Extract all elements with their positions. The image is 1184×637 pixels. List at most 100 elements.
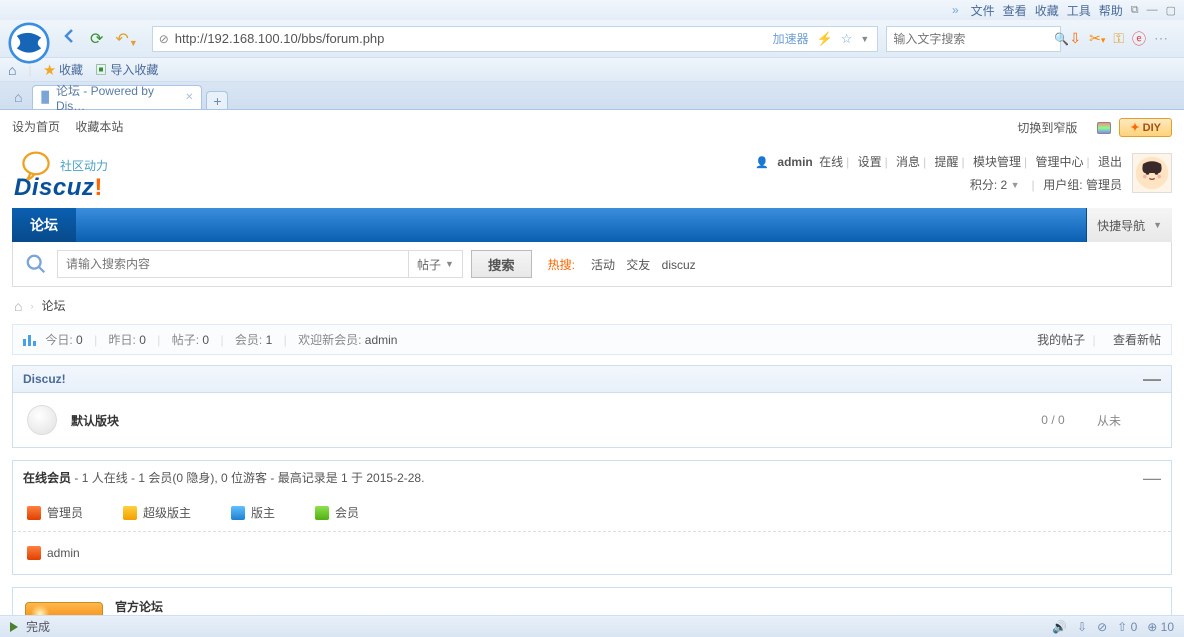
search-icon bbox=[23, 251, 49, 277]
site-logo[interactable]: 社区动力 Discuz! bbox=[12, 145, 108, 202]
play-icon[interactable] bbox=[10, 622, 18, 632]
logout-link[interactable]: 退出 bbox=[1098, 155, 1122, 169]
download-icon[interactable]: ⇩ bbox=[1069, 30, 1081, 47]
menu-tools[interactable]: 工具 bbox=[1067, 2, 1091, 19]
net-up-icon[interactable]: ⇧ 0 bbox=[1117, 620, 1137, 634]
legend-admin: 管理员 bbox=[27, 504, 83, 521]
username-link[interactable]: admin bbox=[777, 155, 812, 169]
tab-favicon-icon: ▉ bbox=[41, 91, 49, 104]
site-info-icon[interactable]: ⊘ bbox=[153, 32, 175, 46]
diy-button[interactable]: DIY bbox=[1119, 118, 1172, 137]
stats-newest-user[interactable]: admin bbox=[365, 333, 398, 347]
browser-search-box[interactable]: 🔍 bbox=[886, 26, 1061, 52]
url-input[interactable] bbox=[175, 31, 765, 46]
stats-welcome-label: 欢迎新会员: bbox=[298, 333, 361, 347]
forum-search-button[interactable]: 搜索 bbox=[471, 250, 532, 278]
stats-members-label: 会员: bbox=[235, 333, 262, 347]
tab-active[interactable]: ▉ 论坛 - Powered by Dis… ✕ bbox=[32, 85, 202, 109]
tab-close-icon[interactable]: ✕ bbox=[185, 92, 193, 103]
download2-icon[interactable]: ⇩ bbox=[1077, 620, 1087, 634]
panel-discuz-title[interactable]: Discuz! bbox=[23, 372, 66, 386]
back-button[interactable] bbox=[58, 24, 82, 53]
messages-link[interactable]: 消息 bbox=[896, 155, 920, 169]
address-bar[interactable]: ⊘ 加速器 ⚡ ☆ ▼ bbox=[152, 26, 879, 52]
menu-file[interactable]: 文件 bbox=[971, 2, 995, 19]
stats-today-value: 0 bbox=[76, 333, 83, 347]
hot-search-label: 热搜: bbox=[548, 256, 575, 273]
stats-chart-icon[interactable] bbox=[23, 335, 36, 346]
bookmark-import[interactable]: ▣ 导入收藏 bbox=[95, 61, 158, 78]
ie-mode-icon[interactable]: ⓔ bbox=[1132, 29, 1146, 49]
legend-supermod: 超级版主 bbox=[123, 504, 191, 521]
stats-posts-label: 帖子: bbox=[172, 333, 199, 347]
forum-last: 从未 bbox=[1097, 412, 1157, 429]
switch-narrow-link[interactable]: 切换到窄版 bbox=[1017, 119, 1077, 136]
accelerator-link[interactable]: 加速器 bbox=[773, 30, 809, 47]
status-text: 完成 bbox=[26, 618, 50, 635]
stats-yesterday-label: 昨日: bbox=[109, 333, 136, 347]
my-posts-link[interactable]: 我的帖子 bbox=[1037, 333, 1085, 347]
usergroup-value: 管理员 bbox=[1086, 178, 1122, 192]
lightning-icon[interactable]: ⚡ bbox=[817, 31, 833, 47]
online-header: 在线会员 - 1 人在线 - 1 会员(0 隐身), 0 位游客 - 最高记录是… bbox=[23, 469, 424, 486]
menu-help[interactable]: 帮助 bbox=[1099, 2, 1123, 19]
monitor-icon bbox=[1097, 122, 1111, 134]
avatar[interactable] bbox=[1132, 153, 1172, 193]
points-value: 2 bbox=[1001, 178, 1008, 192]
official-forum-link[interactable]: 官方论坛 bbox=[115, 600, 163, 614]
crumb-home-icon[interactable]: ⌂ bbox=[14, 298, 22, 314]
reminders-link[interactable]: 提醒 bbox=[935, 155, 959, 169]
more-tools-icon[interactable]: ⋯ bbox=[1154, 30, 1168, 47]
window-maximize-icon[interactable]: ▢ bbox=[1166, 4, 1176, 17]
logo-bubble-icon bbox=[18, 149, 54, 185]
admin-center-link[interactable]: 管理中心 bbox=[1036, 155, 1084, 169]
quick-nav-button[interactable]: 快捷导航▼ bbox=[1086, 208, 1172, 242]
tabbar-home-icon[interactable]: ⌂ bbox=[8, 89, 28, 109]
more-arrows-icon[interactable]: » bbox=[952, 3, 959, 17]
crumb-forum[interactable]: 论坛 bbox=[41, 297, 65, 314]
forum-search-input[interactable] bbox=[58, 251, 408, 277]
chevron-right-icon: › bbox=[30, 301, 33, 311]
browser-logo-icon bbox=[8, 22, 50, 64]
collapse-icon[interactable]: — bbox=[1143, 474, 1161, 482]
collapse-icon[interactable]: — bbox=[1143, 375, 1161, 383]
menu-view[interactable]: 查看 bbox=[1003, 2, 1027, 19]
block-icon[interactable]: ⊘ bbox=[1097, 620, 1107, 634]
online-user-admin[interactable]: admin bbox=[47, 546, 80, 560]
refresh-button[interactable]: ⟳ bbox=[86, 25, 107, 53]
window-layer-icon[interactable]: ⧉ bbox=[1131, 4, 1139, 17]
set-home-link[interactable]: 设为首页 bbox=[12, 120, 60, 134]
stats-members-value: 1 bbox=[266, 333, 273, 347]
key-icon[interactable]: ⚿ bbox=[1113, 30, 1124, 47]
usergroup-label: 用户组: bbox=[1043, 178, 1082, 192]
points-label: 积分: bbox=[970, 178, 997, 192]
hot-link-2[interactable]: 交友 bbox=[626, 258, 650, 272]
forum-count: 0 / 0 bbox=[1023, 413, 1083, 427]
star-icon[interactable]: ☆ bbox=[841, 31, 853, 47]
scissor-icon[interactable]: ✂▾ bbox=[1089, 30, 1105, 47]
tab-title: 论坛 - Powered by Dis… bbox=[56, 82, 179, 113]
module-mgmt-link[interactable]: 模块管理 bbox=[973, 155, 1021, 169]
legend-member: 会员 bbox=[315, 504, 359, 521]
menu-favorites[interactable]: 收藏 bbox=[1035, 2, 1059, 19]
hot-link-1[interactable]: 活动 bbox=[591, 258, 615, 272]
nav-forum-tab[interactable]: 论坛 bbox=[12, 208, 76, 242]
official-badge-icon[interactable]: Discuz.net bbox=[25, 602, 103, 615]
sound-icon[interactable]: 🔊 bbox=[1052, 620, 1067, 634]
hot-link-3[interactable]: discuz bbox=[662, 258, 696, 272]
undo-button[interactable]: ↶▼ bbox=[111, 25, 141, 53]
search-scope-dropdown[interactable]: 帖子▼ bbox=[408, 251, 462, 277]
settings-link[interactable]: 设置 bbox=[858, 155, 882, 169]
forum-icon bbox=[27, 405, 57, 435]
net-down-icon[interactable]: ⊕ 10 bbox=[1147, 620, 1174, 634]
window-minimize-icon[interactable]: — bbox=[1147, 4, 1158, 16]
stats-posts-value: 0 bbox=[202, 333, 209, 347]
forum-default-link[interactable]: 默认版块 bbox=[71, 414, 119, 428]
new-tab-button[interactable]: + bbox=[206, 91, 228, 109]
new-posts-link[interactable]: 查看新帖 bbox=[1113, 333, 1161, 347]
bookmark-site-link[interactable]: 收藏本站 bbox=[75, 120, 123, 134]
points-dropdown-icon[interactable]: ▼ bbox=[1011, 180, 1020, 190]
addr-dropdown-icon[interactable]: ▼ bbox=[860, 34, 869, 44]
user-icon: 👤 bbox=[755, 157, 769, 169]
browser-search-input[interactable] bbox=[887, 32, 1054, 46]
